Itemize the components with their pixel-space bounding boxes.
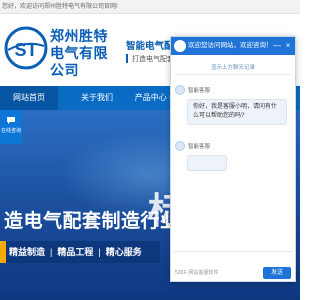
nav-item-label: 网站首页 <box>13 93 45 102</box>
agent-avatar <box>175 141 185 151</box>
nav-item-label: 关于我们 <box>81 93 113 102</box>
online-consult-button[interactable]: 在线咨询 <box>0 110 22 144</box>
divider <box>175 74 291 75</box>
agent-message: 你好，我是客服小明，请问有什么可以帮助您的吗? <box>187 99 287 125</box>
nav-item-home[interactable]: 网站首页 <box>0 86 58 110</box>
minimize-icon[interactable]: — <box>272 39 282 53</box>
company-logo[interactable]: ST <box>4 26 48 70</box>
chat-avatar <box>174 40 186 52</box>
send-button[interactable]: 发送 <box>263 267 291 279</box>
agent-name: 智能客服 <box>188 88 211 94</box>
svg-text:ST: ST <box>14 40 37 60</box>
notice-text: 您好，欢迎访问郑州胜特电气有限公司官网! <box>2 4 118 10</box>
hero-tag-row: 精益制造 | 精品工程 | 精心服务 <box>0 241 145 263</box>
hero-tag: 精品工程 <box>57 247 94 257</box>
slogan-divider <box>126 54 128 63</box>
nav-item-about[interactable]: 关于我们 <box>68 86 126 110</box>
agent-avatar <box>175 85 185 95</box>
close-icon[interactable]: × <box>283 39 293 53</box>
powered-by: 53KF 网站客服软件 <box>175 270 219 276</box>
chat-title: 欢迎您访问网站，欢迎咨询！ <box>188 42 273 49</box>
chat-header: 欢迎您访问网站，欢迎咨询！ — × <box>171 37 295 55</box>
hero-title: 造电气配套制造行业 <box>4 211 180 232</box>
chat-footer: 53KF 网站客服软件 发送 <box>171 267 295 281</box>
company-name: 郑州胜特 电气有限公司 <box>50 28 120 79</box>
agent-name: 智能客服 <box>188 144 211 150</box>
chat-input[interactable] <box>174 251 292 263</box>
hero-tag: 精益制造 <box>9 247 46 257</box>
hero-tag: 精心服务 <box>105 247 142 257</box>
chat-bubble-icon <box>7 117 15 124</box>
company-name-line2: 电气有限公司 <box>50 45 108 78</box>
notice-bar: 您好，欢迎访问郑州胜特电气有限公司官网! <box>0 0 300 14</box>
show-history-link[interactable]: 显示上方聊天记录 <box>171 63 295 71</box>
online-consult-label: 在线咨询 <box>0 128 21 134</box>
chat-window: 欢迎您访问网站，欢迎咨询！ — × 显示上方聊天记录 智能客服 你好，我是客服小… <box>170 36 296 282</box>
agent-message <box>187 155 227 171</box>
company-name-line1: 郑州胜特 <box>50 28 108 44</box>
nav-item-label: 产品中心 <box>134 93 167 102</box>
